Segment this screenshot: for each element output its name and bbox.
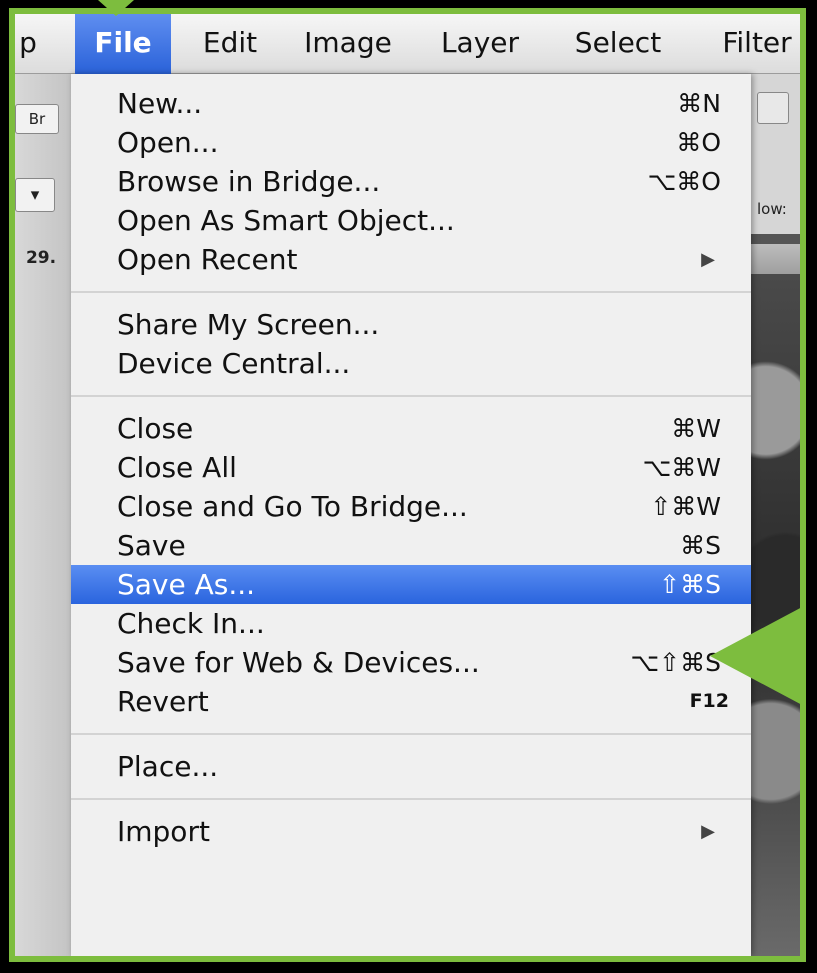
document-tab[interactable] xyxy=(751,244,800,274)
menu-bar: p File Edit Image Layer Select Filter xyxy=(15,14,800,74)
submenu-arrow-icon: ▶ xyxy=(701,249,715,270)
menu-item-shortcut: ⌘W xyxy=(671,414,721,443)
menu-separator xyxy=(71,291,751,293)
menu-item-save-as[interactable]: Save As... ⇧⌘S xyxy=(71,565,751,604)
document-area: low: xyxy=(751,74,800,956)
menu-item-label: Save for Web & Devices... xyxy=(117,646,480,679)
menu-item-label: Save xyxy=(117,529,186,562)
menu-item-shortcut: ⌘N xyxy=(677,89,721,118)
screenshot-frame: Br ▾ 29. low: p File Edit Image Layer Select F… xyxy=(9,8,806,962)
menu-item-label: Open... xyxy=(117,126,219,159)
menu-item-label: Place... xyxy=(117,750,219,783)
menu-item-label: Close All xyxy=(117,451,237,484)
menu-item-close-all[interactable]: Close All ⌥⌘W xyxy=(71,448,751,487)
menu-item-label: Import xyxy=(117,815,210,848)
menu-item-shortcut: ⌥⌘W xyxy=(642,453,721,482)
flow-label: low: xyxy=(757,200,787,218)
menu-filter[interactable]: Filter xyxy=(697,14,800,74)
menu-image[interactable]: Image xyxy=(293,14,403,74)
menu-separator xyxy=(71,733,751,735)
menu-p[interactable]: p xyxy=(15,14,47,74)
menu-item-check-in[interactable]: Check In... xyxy=(71,604,751,643)
options-bar-left: Br ▾ 29. xyxy=(15,74,72,956)
preset-dropdown[interactable]: ▾ xyxy=(15,178,55,212)
screen-mode-icon[interactable] xyxy=(757,92,789,124)
menu-separator xyxy=(71,798,751,800)
menu-item-import[interactable]: Import ▶ xyxy=(71,812,751,851)
menu-item-close-and-go-to-bridge[interactable]: Close and Go To Bridge... ⇧⌘W xyxy=(71,487,751,526)
menu-item-open-as-smart-object[interactable]: Open As Smart Object... xyxy=(71,201,751,240)
options-bar-right: low: xyxy=(751,74,800,234)
menu-item-device-central[interactable]: Device Central... xyxy=(71,344,751,383)
menu-item-label: Device Central... xyxy=(117,347,351,380)
bridge-button[interactable]: Br xyxy=(15,104,59,134)
menu-item-new[interactable]: New... ⌘N xyxy=(71,84,751,123)
menu-item-share-my-screen[interactable]: Share My Screen... xyxy=(71,305,751,344)
menu-item-label: Close and Go To Bridge... xyxy=(117,490,468,523)
menu-item-label: New... xyxy=(117,87,203,120)
menu-item-open[interactable]: Open... ⌘O xyxy=(71,123,751,162)
submenu-arrow-icon: ▶ xyxy=(701,821,715,842)
menu-item-revert[interactable]: Revert F12 xyxy=(71,682,751,721)
menu-item-open-recent[interactable]: Open Recent ▶ xyxy=(71,240,751,279)
menu-item-shortcut: ⌥⇧⌘S xyxy=(630,648,721,677)
menu-item-label: Close xyxy=(117,412,194,445)
menu-item-close[interactable]: Close ⌘W xyxy=(71,409,751,448)
menu-item-shortcut: ⇧⌘W xyxy=(650,492,721,521)
menu-separator xyxy=(71,395,751,397)
menu-edit[interactable]: Edit xyxy=(185,14,275,74)
file-menu-dropdown: New... ⌘N Open... ⌘O Browse in Bridge... ⌥⌘O O… xyxy=(71,74,751,956)
menu-item-shortcut: ⌘O xyxy=(676,128,721,157)
menu-item-label: Save As... xyxy=(117,568,256,601)
menu-select[interactable]: Select xyxy=(559,14,677,74)
menu-item-label: Check In... xyxy=(117,607,265,640)
menu-item-place[interactable]: Place... xyxy=(71,747,751,786)
zoom-value: 29. xyxy=(25,248,57,268)
menu-item-save[interactable]: Save ⌘S xyxy=(71,526,751,565)
menu-item-label: Open Recent xyxy=(117,243,298,276)
menu-file[interactable]: File xyxy=(75,14,171,74)
menu-item-shortcut: ⌥⌘O xyxy=(647,167,722,196)
menu-item-label: Open As Smart Object... xyxy=(117,204,455,237)
menu-item-label: Revert xyxy=(117,685,209,718)
menu-item-shortcut: ⌘S xyxy=(680,531,721,560)
pointer-arrow-saveas-icon xyxy=(710,606,804,706)
menu-item-shortcut: ⇧⌘S xyxy=(659,570,721,599)
menu-item-label: Share My Screen... xyxy=(117,308,380,341)
menu-layer[interactable]: Layer xyxy=(421,14,539,74)
pointer-arrow-top-icon xyxy=(98,0,134,16)
menu-item-label: Browse in Bridge... xyxy=(117,165,381,198)
menu-item-browse-in-bridge[interactable]: Browse in Bridge... ⌥⌘O xyxy=(71,162,751,201)
menu-item-save-for-web-devices[interactable]: Save for Web & Devices... ⌥⇧⌘S xyxy=(71,643,751,682)
